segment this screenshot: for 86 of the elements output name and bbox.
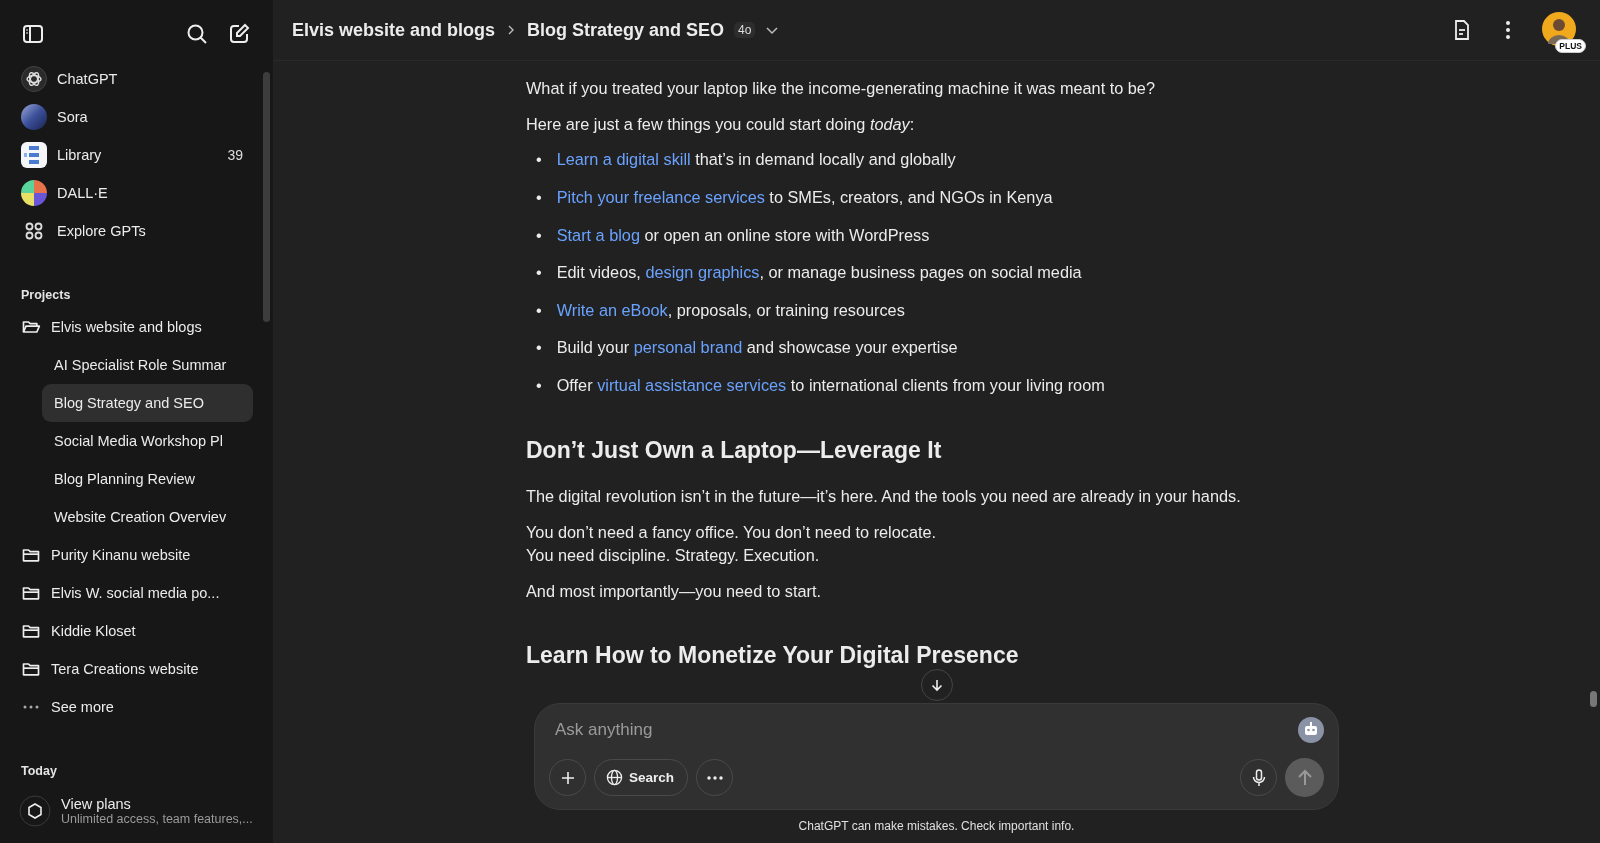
view-plans-button[interactable]: View plans Unlimited access, team features,... bbox=[0, 787, 273, 843]
model-badge: 4o bbox=[734, 22, 756, 38]
nav-label: Library bbox=[57, 147, 103, 163]
bullet-text: Write an eBook, proposals, or training resources bbox=[556, 299, 905, 321]
bullet-marker: • bbox=[536, 149, 542, 171]
nav-item[interactable]: DALL·E bbox=[11, 174, 253, 212]
send-button[interactable] bbox=[1285, 758, 1324, 797]
project-label: Purity Kinanu website bbox=[51, 547, 192, 563]
see-more-link[interactable]: See more bbox=[11, 688, 253, 726]
message-paragraph: Here are just a few things you could start doing today: bbox=[526, 113, 916, 135]
bullet-text: Learn a digital skill that’s in demand locally and globally bbox=[556, 149, 956, 171]
bullet-text: Edit videos, design graphics, or manage business pages on social media bbox=[556, 262, 1082, 284]
color-wheel-icon bbox=[21, 180, 47, 206]
scrollbar-thumb[interactable] bbox=[263, 72, 270, 322]
globe-icon bbox=[606, 769, 623, 786]
nav-item[interactable]: Explore GPTs bbox=[11, 212, 253, 250]
section-heading: Today bbox=[21, 764, 58, 778]
chat-item[interactable]: Social Media Workshop Pl bbox=[42, 422, 253, 460]
bullet-marker: • bbox=[536, 375, 542, 396]
section-title: Learn How to Monetize Your Digital Presence bbox=[526, 641, 1020, 671]
see-more-label: See more bbox=[51, 699, 115, 715]
text-link[interactable]: design graphics bbox=[645, 263, 760, 282]
bullet-text: Start a blog or open an online store with WordPress bbox=[556, 224, 930, 246]
chat-title: Blog Strategy and SEO bbox=[527, 19, 725, 41]
plus-icon bbox=[559, 769, 576, 786]
message-paragraph: What if you treated your laptop like the income-generating machine it was meant to be? bbox=[526, 78, 1156, 99]
robot-icon[interactable] bbox=[1298, 717, 1324, 743]
nav-label: Explore GPTs bbox=[57, 223, 147, 239]
project-label: Tera Creations website bbox=[51, 661, 200, 677]
nav-label: Sora bbox=[57, 109, 89, 125]
chat-item[interactable]: Blog Strategy and SEO bbox=[42, 384, 253, 422]
nav-item[interactable]: ChatGPT bbox=[11, 60, 253, 98]
item-count: 39 bbox=[227, 147, 243, 163]
message-paragraph: The digital revolution isn’t in the future—it’s here. And the tools you need are already in your hands. bbox=[526, 485, 1242, 507]
text-link[interactable]: Write an eBook bbox=[556, 300, 668, 319]
more-icon bbox=[23, 705, 39, 709]
project-item[interactable]: Tera Creations website bbox=[11, 650, 253, 688]
text-link[interactable]: Start a blog bbox=[556, 225, 640, 244]
nav-item[interactable]: Library 39 bbox=[11, 136, 253, 174]
text-link[interactable]: Pitch your freelance services bbox=[556, 187, 765, 206]
bullet-marker: • bbox=[536, 224, 542, 246]
sidebar-toggle-icon[interactable] bbox=[21, 22, 45, 46]
section-heading: Projects bbox=[21, 288, 72, 302]
more-vertical-icon[interactable] bbox=[1504, 18, 1512, 42]
nav-label: DALL·E bbox=[57, 185, 109, 201]
project-item[interactable]: Purity Kinanu website bbox=[11, 536, 253, 574]
chat-item[interactable]: Website Creation Overviev bbox=[42, 498, 253, 536]
text-link[interactable]: personal brand bbox=[633, 338, 743, 357]
plans-subtitle: Unlimited access, team features,... bbox=[61, 812, 253, 826]
breadcrumb-link[interactable]: Elvis website and blogs bbox=[292, 19, 496, 41]
new-chat-icon[interactable] bbox=[227, 22, 251, 46]
project-item[interactable]: Elvis W. social media po... bbox=[11, 574, 253, 612]
text-link[interactable]: Learn a digital skill bbox=[556, 150, 691, 169]
message-line: You don’t need a fancy office. You don’t need to relocate. bbox=[526, 521, 938, 543]
text-link[interactable]: virtual assistance services bbox=[597, 376, 787, 394]
bullet-marker: • bbox=[536, 262, 542, 284]
microphone-icon bbox=[1250, 768, 1267, 787]
project-label: Elvis W. social media po... bbox=[51, 585, 221, 601]
message-input[interactable]: Ask anything bbox=[549, 716, 1290, 744]
message-line: You need discipline. Strategy. Execution. bbox=[526, 545, 821, 567]
disclaimer-text: ChatGPT can make mistakes. Check important info. bbox=[798, 818, 1075, 835]
project-label: Elvis website and blogs bbox=[51, 319, 203, 335]
plans-title: View plans bbox=[61, 796, 132, 812]
more-icon bbox=[705, 774, 724, 781]
project-item[interactable]: Elvis website and blogs bbox=[11, 308, 253, 346]
plan-badge: PLUS bbox=[1555, 39, 1586, 53]
scrollbar-thumb[interactable] bbox=[1590, 691, 1597, 707]
project-item[interactable]: Kiddie Kloset bbox=[11, 612, 253, 650]
flowchart-icon bbox=[21, 142, 47, 168]
bullet-marker: • bbox=[536, 186, 542, 208]
chat-item[interactable]: AI Specialist Role Summar bbox=[42, 346, 253, 384]
nav-label: ChatGPT bbox=[57, 71, 119, 87]
nav-item[interactable]: Sora bbox=[11, 98, 253, 136]
bullet-marker: • bbox=[536, 337, 542, 359]
project-label: Kiddie Kloset bbox=[51, 623, 137, 639]
chat-item[interactable]: Blog Planning Review bbox=[42, 460, 253, 498]
scroll-down-button[interactable] bbox=[920, 669, 953, 701]
bullet-text: Offer virtual assistance services to international clients from your living room bbox=[556, 375, 1105, 396]
bullet-marker: • bbox=[536, 299, 542, 321]
bullet-text: Build your personal brand and showcase your expertise bbox=[556, 337, 958, 359]
knot-logo-icon bbox=[21, 66, 47, 92]
section-title: Don’t Just Own a Laptop—Leverage It bbox=[526, 435, 943, 465]
sphere-icon bbox=[21, 104, 47, 130]
bullet-text: Pitch your freelance services to SMEs, creators, and NGOs in Kenya bbox=[556, 186, 1053, 208]
message-paragraph: And most importantly—you need to start. bbox=[526, 580, 822, 602]
search-icon[interactable] bbox=[185, 22, 209, 46]
